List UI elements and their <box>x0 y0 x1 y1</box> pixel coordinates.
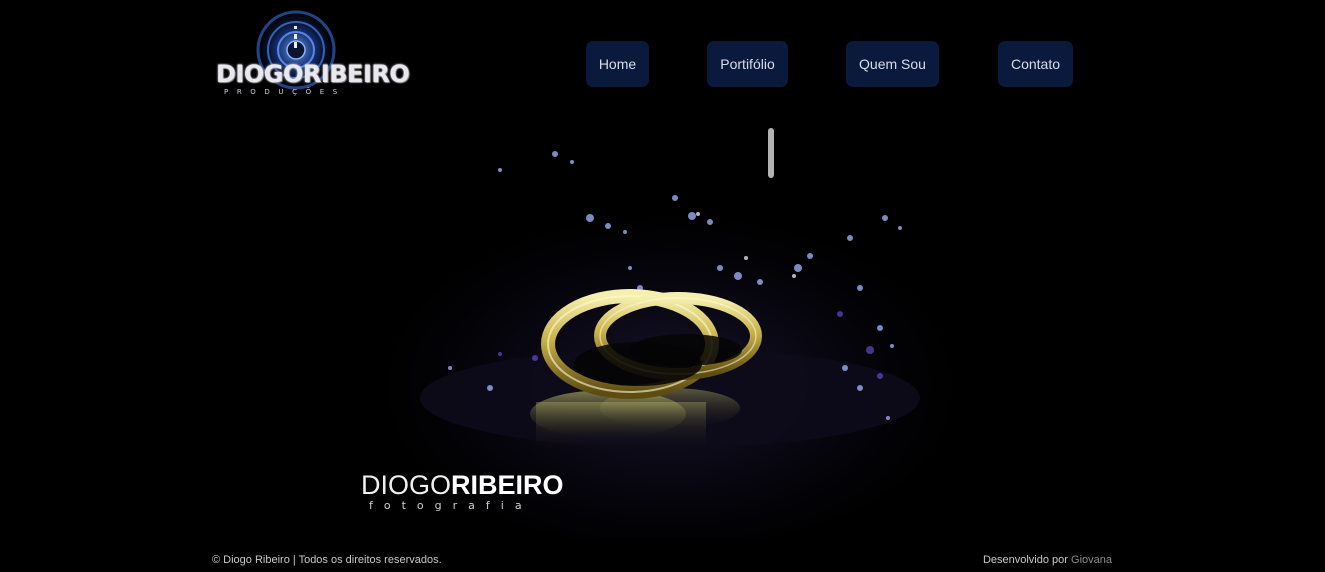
hero-brand-name: DIOGORIBEIRO <box>361 469 581 501</box>
footer-copyright: © Diogo Ribeiro | Todos os direitos rese… <box>212 554 442 566</box>
logo-subtitle: PRODUÇÕES <box>224 88 346 96</box>
nav-contact-button[interactable]: Contato <box>998 41 1073 87</box>
logo-wordmark: DIOGORIBEIRO <box>216 60 410 88</box>
hero-brand-bold: RIBEIRO <box>451 470 564 500</box>
hero-brand-watermark: DIOGORIBEIRO fotografia <box>361 469 581 517</box>
nav-home-button[interactable]: Home <box>586 41 649 87</box>
site-logo[interactable]: DIOGORIBEIRO PRODUÇÕES <box>212 4 410 100</box>
footer-credit: Desenvolvido por Giovana <box>983 554 1112 566</box>
page: DIOGORIBEIRO PRODUÇÕES Home Portifólio Q… <box>0 0 1325 572</box>
nav-portfolio-button[interactable]: Portifólio <box>707 41 788 87</box>
footer-credit-link[interactable]: Giovana <box>1071 554 1112 566</box>
nav-about-button[interactable]: Quem Sou <box>846 41 939 87</box>
hero-brand-thin: DIOGO <box>361 470 452 500</box>
footer-credit-prefix: Desenvolvido por <box>982 554 1072 566</box>
